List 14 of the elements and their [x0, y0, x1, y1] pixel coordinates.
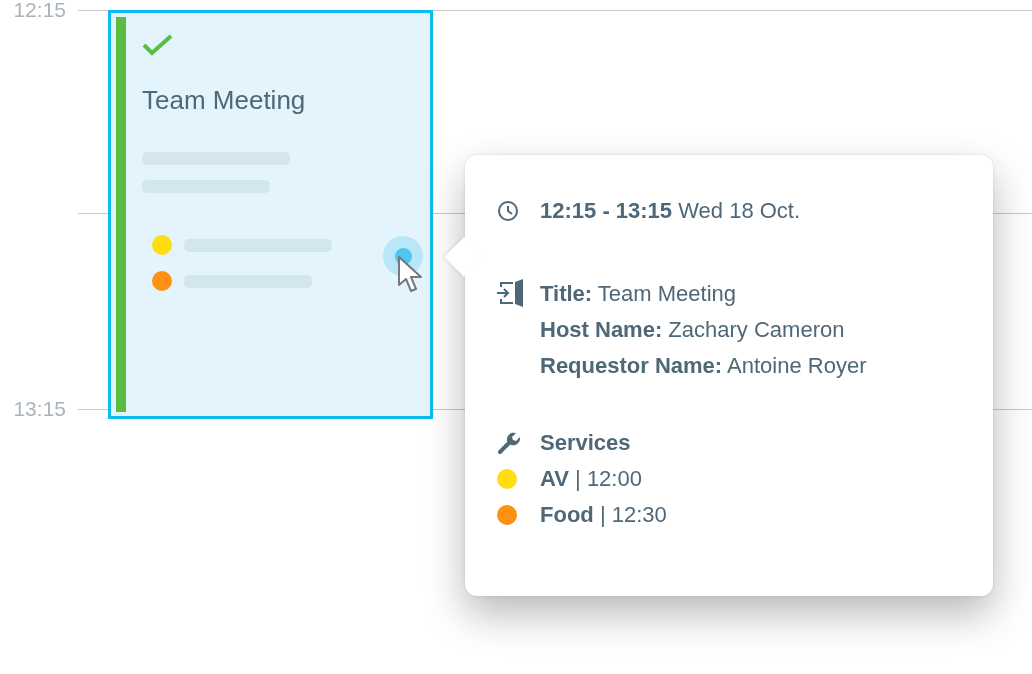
service-item: Food | 12:30	[540, 501, 668, 528]
event-title: Team Meeting	[142, 85, 307, 116]
wrench-icon	[497, 430, 521, 455]
services-heading: Services	[540, 429, 632, 456]
event-card[interactable]: Team Meeting	[108, 10, 433, 419]
event-time: 12:15 - 13:15 Wed 18 Oct.	[540, 197, 802, 224]
detail-line: Host Name: Zachary Cameron	[540, 316, 846, 343]
detail-line: Requestor Name: Antoine Royer	[540, 352, 868, 379]
door-enter-icon	[497, 279, 525, 307]
detail-line: Title: Team Meeting	[540, 279, 738, 307]
clock-icon	[497, 199, 519, 222]
time-label: 12:15	[12, 0, 67, 22]
time-label: 13:15	[12, 397, 67, 421]
service-item: AV | 12:00	[540, 465, 643, 492]
